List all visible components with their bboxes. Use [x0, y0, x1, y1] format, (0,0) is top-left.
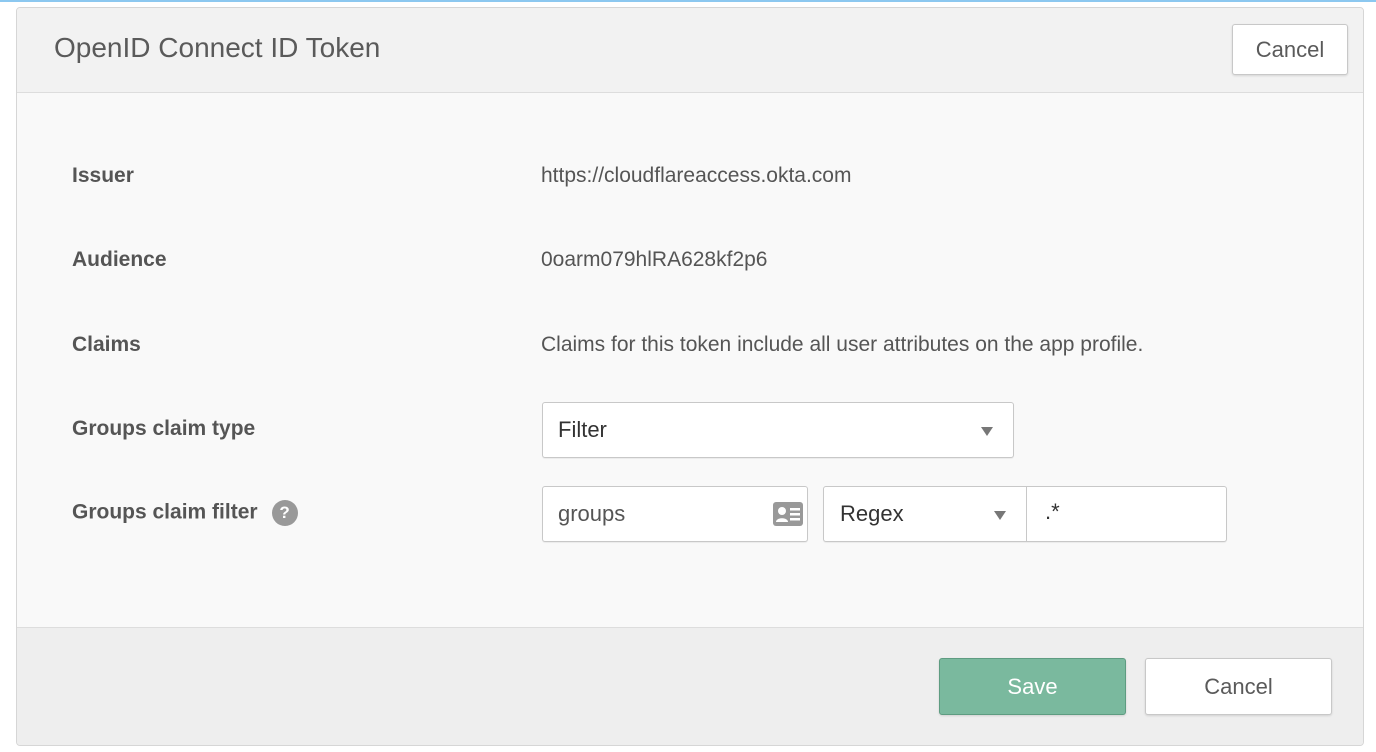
- groups-claim-filter-label-row: Groups claim filter?: [72, 500, 298, 526]
- audience-label: Audience: [72, 248, 167, 271]
- pattern-value: .*: [1045, 499, 1060, 524]
- panel-footer: Save Cancel: [17, 627, 1363, 745]
- top-border: [0, 0, 1376, 2]
- chevron-down-icon: [981, 427, 993, 436]
- claims-label: Claims: [72, 333, 141, 356]
- page-title: OpenID Connect ID Token: [54, 32, 381, 63]
- panel-header: OpenID Connect ID Token Cancel: [17, 8, 1363, 93]
- save-button[interactable]: Save: [939, 658, 1126, 715]
- groups-claim-filter-group: Regex .*: [823, 486, 1227, 542]
- chevron-down-icon: [994, 511, 1006, 520]
- match-type-select[interactable]: Regex: [824, 487, 1027, 541]
- groups-claim-type-selected: Filter: [558, 417, 607, 442]
- groups-claim-filter-label: Groups claim filter: [72, 500, 258, 524]
- groups-claim-type-label: Groups claim type: [72, 417, 256, 440]
- audience-value: 0oarm079hlRA628kf2p6: [541, 248, 768, 271]
- contact-card-icon[interactable]: [773, 502, 803, 526]
- oidc-token-panel: OpenID Connect ID Token Cancel Issuer ht…: [16, 7, 1364, 746]
- match-type-selected: Regex: [840, 501, 904, 526]
- claims-value: Claims for this token include all user a…: [541, 333, 1144, 356]
- header-cancel-button[interactable]: Cancel: [1232, 24, 1348, 75]
- help-icon[interactable]: ?: [271, 500, 298, 526]
- groups-claim-name-value: groups: [558, 501, 626, 526]
- issuer-label: Issuer: [72, 164, 134, 187]
- cancel-button[interactable]: Cancel: [1145, 658, 1332, 715]
- groups-claim-name-input[interactable]: groups: [542, 486, 808, 542]
- issuer-value: https://cloudflareaccess.okta.com: [541, 164, 852, 187]
- pattern-input[interactable]: .*: [1028, 487, 1226, 541]
- groups-claim-type-select[interactable]: Filter: [542, 402, 1014, 458]
